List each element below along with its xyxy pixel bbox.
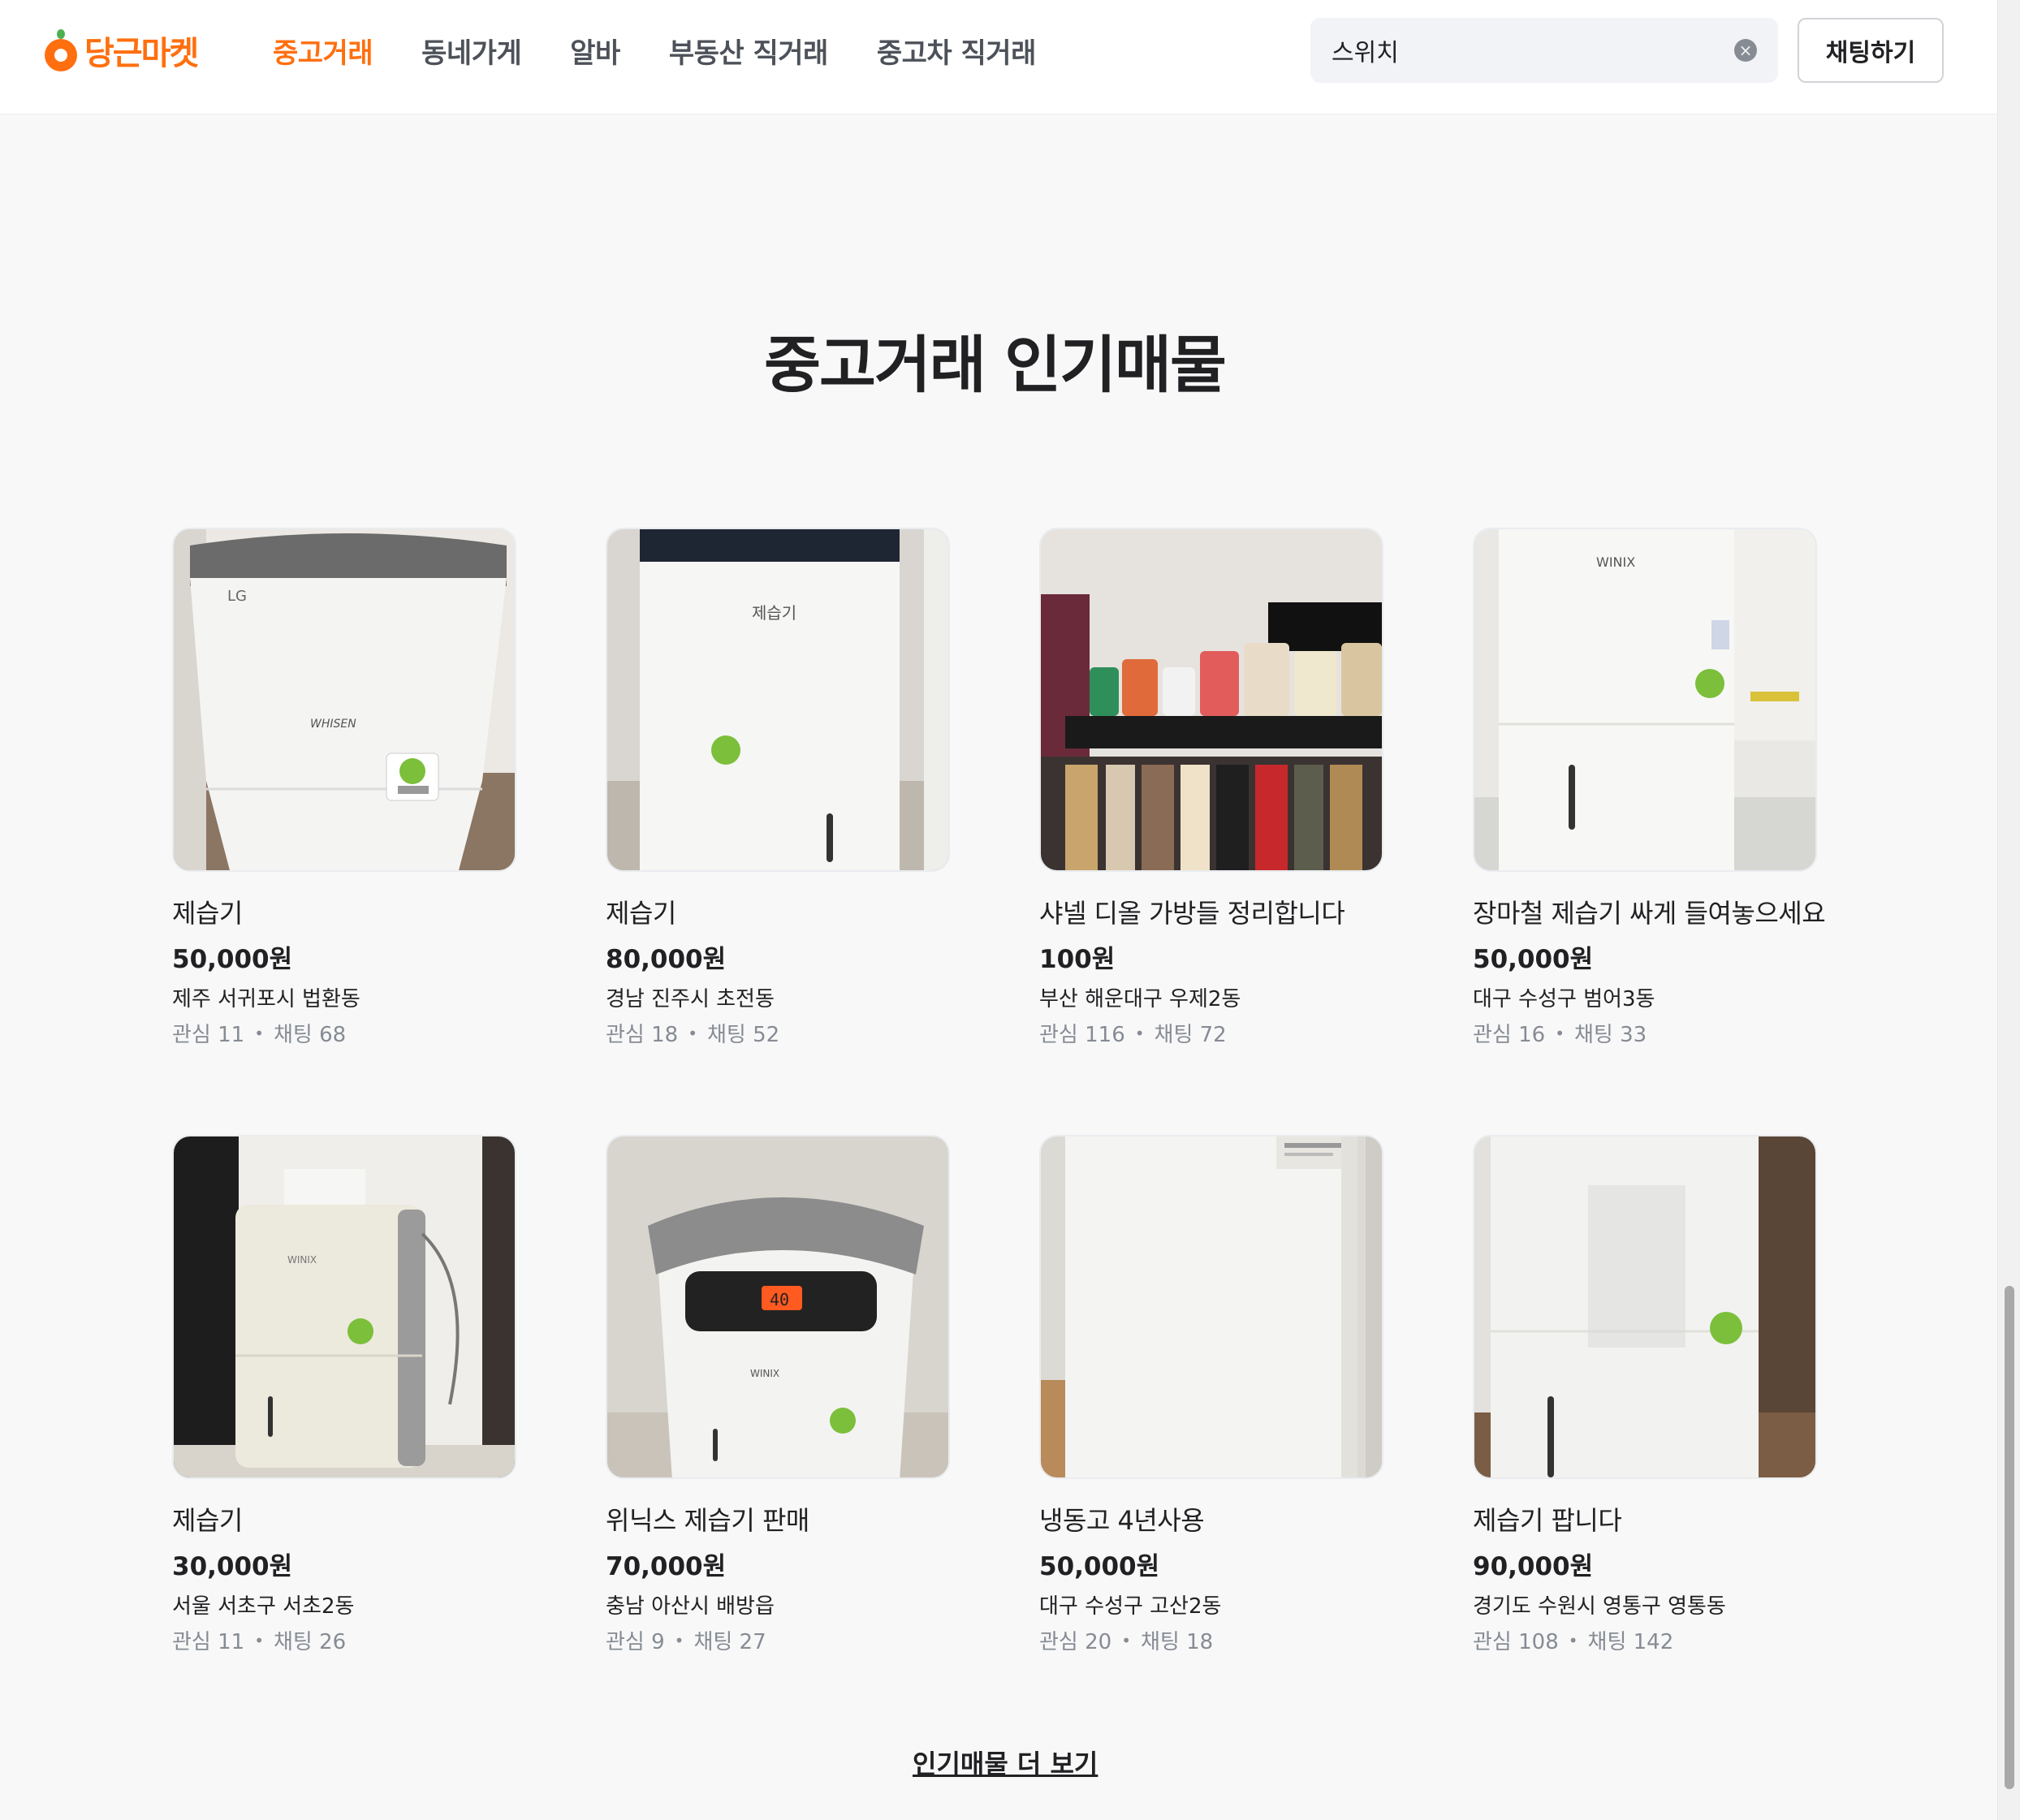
more-popular-link[interactable]: 인기매물 더 보기 xyxy=(913,1744,1098,1781)
product-region: 대구 수성구 고산2동 xyxy=(1039,1594,1222,1619)
product-title: 제습기 xyxy=(172,898,243,929)
nav-item-local-stores[interactable]: 동네가게 xyxy=(421,31,522,71)
top-header: 당근마켓 중고거래 동네가게 알바 부동산 직거래 중고차 직거래 × 채팅하기 xyxy=(0,0,1997,114)
product-region: 경남 진주시 초전동 xyxy=(606,987,775,1011)
separator-dot: • xyxy=(1555,1023,1565,1043)
product-card[interactable]: 40 WINIX 위닉스 제습기 판매 70,000원 충남 아산시 배방읍 관… xyxy=(606,1135,950,1654)
product-card[interactable]: WINIX 장마철 제습기 싸게 들여놓으세요 50,000원 대구 수성구 범… xyxy=(1473,528,1826,1048)
brand-name: 당근마켓 xyxy=(84,35,199,72)
nav-item-used-cars[interactable]: 중고차 직거래 xyxy=(877,31,1037,71)
product-region: 제주 서귀포시 법환동 xyxy=(172,987,360,1011)
product-title: 위닉스 제습기 판매 xyxy=(606,1505,809,1536)
carrot-logo-icon xyxy=(45,29,77,71)
interest-count: 관심 11 xyxy=(172,1630,245,1654)
chat-count: 채팅 33 xyxy=(1574,1023,1647,1047)
product-region: 경기도 수원시 영통구 영통동 xyxy=(1473,1594,1726,1619)
interest-count: 관심 20 xyxy=(1039,1630,1112,1654)
product-price: 50,000원 xyxy=(1039,1552,1160,1581)
product-image xyxy=(1039,528,1383,872)
product-counts: 관심 16 • 채팅 33 xyxy=(1473,1018,1647,1048)
product-counts: 관심 116 • 채팅 72 xyxy=(1039,1018,1227,1048)
dehumidifier-label-text: 제습기 xyxy=(752,603,796,623)
product-title: 제습기 xyxy=(606,898,676,929)
chat-count: 채팅 68 xyxy=(274,1023,347,1047)
product-image: WINIX xyxy=(1473,528,1817,872)
product-image: 40 WINIX xyxy=(606,1135,950,1479)
product-card[interactable]: 샤넬 디올 가방들 정리합니다 100원 부산 해운대구 우제2동 관심 116… xyxy=(1039,528,1383,1047)
search-input[interactable] xyxy=(1310,36,1734,65)
interest-count: 관심 9 xyxy=(606,1630,665,1654)
product-price: 30,000원 xyxy=(172,1552,293,1581)
display-readout-text: 40 xyxy=(770,1290,789,1309)
product-price: 50,000원 xyxy=(1473,945,1594,974)
product-title: 제습기 xyxy=(172,1505,243,1536)
lg-brand-text: LG xyxy=(227,588,247,605)
product-card[interactable]: 제습기 팝니다 90,000원 경기도 수원시 영통구 영통동 관심 108 •… xyxy=(1473,1135,1817,1654)
product-image: 제습기 xyxy=(606,528,950,872)
chat-button[interactable]: 채팅하기 xyxy=(1798,18,1944,83)
separator-dot: • xyxy=(688,1023,697,1043)
product-card[interactable]: LG WHISEN 제습기 50,000원 제주 서귀포시 법환동 관심 11 … xyxy=(172,528,516,1047)
chat-count: 채팅 52 xyxy=(707,1023,780,1047)
search-box: × xyxy=(1310,18,1778,83)
interest-count: 관심 11 xyxy=(172,1023,245,1047)
product-region: 충남 아산시 배방읍 xyxy=(606,1594,775,1619)
product-title: 샤넬 디올 가방들 정리합니다 xyxy=(1039,898,1345,929)
product-card[interactable]: 냉동고 4년사용 50,000원 대구 수성구 고산2동 관심 20 • 채팅 … xyxy=(1039,1135,1383,1654)
interest-count: 관심 16 xyxy=(1473,1023,1546,1047)
separator-dot: • xyxy=(254,1630,264,1650)
chat-count: 채팅 72 xyxy=(1154,1023,1227,1047)
separator-dot: • xyxy=(1134,1023,1145,1043)
product-price: 90,000원 xyxy=(1473,1552,1594,1581)
page: 당근마켓 중고거래 동네가게 알바 부동산 직거래 중고차 직거래 × 채팅하기… xyxy=(0,0,2020,1820)
product-price: 80,000원 xyxy=(606,945,727,974)
product-region: 대구 수성구 범어3동 xyxy=(1473,987,1655,1011)
winix-brand-text: WINIX xyxy=(1596,554,1635,570)
product-counts: 관심 9 • 채팅 27 xyxy=(606,1625,766,1655)
product-title: 냉동고 4년사용 xyxy=(1039,1505,1205,1536)
clear-circle-icon[interactable]: × xyxy=(1734,39,1757,62)
product-image: WINIX xyxy=(172,1135,516,1479)
main-nav: 중고거래 동네가게 알바 부동산 직거래 중고차 직거래 xyxy=(273,28,1085,73)
product-price: 50,000원 xyxy=(172,945,293,974)
product-region: 부산 해운대구 우제2동 xyxy=(1039,987,1241,1011)
separator-dot: • xyxy=(1121,1630,1131,1650)
product-price: 100원 xyxy=(1039,945,1116,974)
product-image xyxy=(1039,1135,1383,1479)
product-region: 서울 서초구 서초2동 xyxy=(172,1594,355,1619)
interest-count: 관심 108 xyxy=(1473,1630,1559,1654)
chat-count: 채팅 27 xyxy=(693,1630,766,1654)
chat-count: 채팅 142 xyxy=(1587,1630,1674,1654)
product-title: 제습기 팝니다 xyxy=(1473,1505,1622,1536)
scrollbar-thumb[interactable] xyxy=(2005,1286,2014,1789)
separator-dot: • xyxy=(1568,1630,1578,1650)
separator-dot: • xyxy=(254,1023,264,1043)
section-title: 중고거래 인기매물 xyxy=(764,329,1227,401)
product-card[interactable]: WINIX 제습기 30,000원 서울 서초구 서초2동 관심 11 • 채팅… xyxy=(172,1135,516,1654)
interest-count: 관심 116 xyxy=(1039,1023,1125,1047)
chat-count: 채팅 18 xyxy=(1141,1630,1214,1654)
product-counts: 관심 108 • 채팅 142 xyxy=(1473,1625,1673,1655)
product-counts: 관심 11 • 채팅 26 xyxy=(172,1625,346,1655)
whisen-brand-text: WHISEN xyxy=(310,718,356,731)
scrollbar[interactable] xyxy=(1997,0,2020,1820)
product-title: 장마철 제습기 싸게 들여놓으세요 xyxy=(1473,898,1826,929)
interest-count: 관심 18 xyxy=(606,1023,679,1047)
winix-brand-text: WINIX xyxy=(750,1368,779,1379)
product-counts: 관심 18 • 채팅 52 xyxy=(606,1018,779,1048)
product-counts: 관심 20 • 채팅 18 xyxy=(1039,1625,1213,1655)
chat-count: 채팅 26 xyxy=(274,1630,347,1654)
brand-logo[interactable]: 당근마켓 xyxy=(42,24,199,76)
separator-dot: • xyxy=(674,1630,684,1650)
nav-item-real-estate[interactable]: 부동산 직거래 xyxy=(669,31,829,71)
nav-item-part-time-jobs[interactable]: 알바 xyxy=(570,31,620,71)
product-image: LG WHISEN xyxy=(172,528,516,872)
product-price: 70,000원 xyxy=(606,1552,727,1581)
product-image xyxy=(1473,1135,1817,1479)
nav-item-used-trade[interactable]: 중고거래 xyxy=(273,31,373,71)
product-counts: 관심 11 • 채팅 68 xyxy=(172,1018,346,1048)
product-card[interactable]: 제습기 제습기 80,000원 경남 진주시 초전동 관심 18 • 채팅 52 xyxy=(606,528,950,1047)
winix-brand-text: WINIX xyxy=(287,1254,317,1266)
